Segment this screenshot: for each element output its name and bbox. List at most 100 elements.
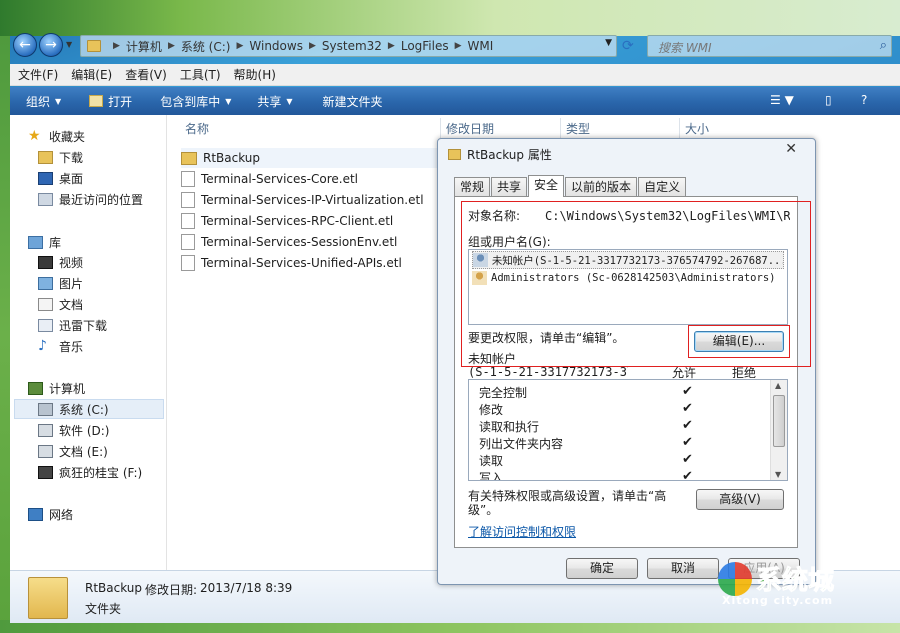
share-button[interactable]: 共享 ▼ bbox=[257, 93, 292, 110]
column-divider[interactable] bbox=[679, 118, 680, 138]
organize-button[interactable]: 组织 ▼ bbox=[26, 93, 61, 110]
learn-access-control-link[interactable]: 了解访问控制和权限 bbox=[468, 523, 576, 540]
nav-label: 软件 (D:) bbox=[59, 423, 110, 438]
column-divider[interactable] bbox=[560, 118, 561, 138]
folder-icon bbox=[181, 151, 197, 165]
dialog-title-text: RtBackup 属性 bbox=[467, 148, 552, 162]
open-button[interactable]: 打开 bbox=[89, 93, 132, 110]
network-icon bbox=[28, 507, 43, 521]
breadcrumb-5[interactable]: ▶ WMI bbox=[449, 39, 494, 53]
file-name: Terminal-Services-RPC-Client.etl bbox=[201, 214, 394, 228]
check-icon: ✔ bbox=[682, 401, 693, 416]
nav-label: 计算机 bbox=[49, 381, 86, 396]
nav-label: 文档 bbox=[59, 297, 84, 312]
file-icon bbox=[181, 171, 195, 187]
breadcrumb-4[interactable]: ▶ LogFiles bbox=[382, 39, 449, 53]
menu-tools[interactable]: 工具(T) bbox=[180, 66, 221, 83]
view-options-icon[interactable]: ☰ ▼ bbox=[770, 93, 794, 107]
menu-edit[interactable]: 编辑(E) bbox=[71, 66, 112, 83]
nav-drive-d[interactable]: 软件 (D:) bbox=[38, 420, 109, 440]
preview-pane-icon[interactable]: ▯ bbox=[825, 93, 832, 107]
help-icon[interactable]: ? bbox=[861, 93, 867, 107]
tab-customize[interactable]: 自定义 bbox=[638, 177, 687, 196]
ok-button[interactable]: 确定 bbox=[566, 558, 638, 579]
search-input[interactable]: 搜索 WMI ⌕ bbox=[647, 35, 892, 57]
column-header-type[interactable]: 类型 bbox=[566, 120, 590, 137]
nav-downloads[interactable]: 下载 bbox=[38, 147, 83, 167]
close-icon[interactable]: ✕ bbox=[785, 141, 797, 157]
breadcrumb-label: System32 bbox=[321, 39, 382, 53]
tab-general[interactable]: 常规 bbox=[454, 177, 491, 196]
nav-network[interactable]: 网络 bbox=[28, 504, 73, 524]
breadcrumb-0[interactable]: ▶ 计算机 bbox=[107, 38, 162, 55]
pictures-icon bbox=[38, 276, 53, 290]
tab-security[interactable]: 安全 bbox=[528, 175, 565, 197]
history-dropdown-icon[interactable]: ▼ bbox=[66, 40, 72, 49]
file-row[interactable]: Terminal-Services-Unified-APIs.etl bbox=[181, 253, 402, 273]
tab-sharing[interactable]: 共享 bbox=[491, 177, 528, 196]
breadcrumb-1[interactable]: ▶ 系统 (C:) bbox=[162, 38, 231, 55]
include-library-button[interactable]: 包含到库中 ▼ bbox=[160, 93, 231, 110]
nav-recent-places[interactable]: 最近访问的位置 bbox=[38, 189, 143, 209]
folder-icon bbox=[87, 40, 101, 52]
advanced-button[interactable]: 高级(V) bbox=[696, 489, 784, 510]
file-row[interactable]: Terminal-Services-RPC-Client.etl bbox=[181, 211, 393, 231]
nav-xunlei-downloads[interactable]: 迅雷下载 bbox=[38, 315, 107, 335]
scroll-thumb[interactable] bbox=[773, 395, 785, 447]
nav-drive-e[interactable]: 文档 (E:) bbox=[38, 441, 108, 461]
breadcrumb-label: WMI bbox=[467, 39, 494, 53]
nav-desktop[interactable]: 桌面 bbox=[38, 168, 83, 188]
column-divider[interactable] bbox=[440, 118, 441, 138]
back-button[interactable]: ← bbox=[13, 33, 37, 57]
file-row[interactable]: Terminal-Services-IP-Virtualization.etl bbox=[181, 190, 424, 210]
breadcrumb-2[interactable]: ▶ Windows bbox=[230, 39, 303, 53]
open-label: 打开 bbox=[108, 94, 133, 109]
windows-logo-icon bbox=[718, 562, 752, 596]
new-folder-button[interactable]: 新建文件夹 bbox=[323, 93, 383, 110]
nav-computer[interactable]: 计算机 bbox=[28, 378, 85, 398]
refresh-icon[interactable]: ⟳ bbox=[622, 38, 640, 54]
desktop-icon bbox=[38, 171, 53, 185]
permission-row: 读取 ✔ bbox=[479, 452, 769, 469]
address-dropdown-icon[interactable]: ▼ bbox=[605, 38, 612, 48]
menu-help[interactable]: 帮助(H) bbox=[234, 66, 276, 83]
nav-libraries[interactable]: 库 bbox=[28, 232, 61, 252]
menu-view[interactable]: 查看(V) bbox=[125, 66, 167, 83]
scroll-down-icon[interactable]: ▼ bbox=[775, 470, 781, 479]
nav-drive-f[interactable]: 疯狂的桂宝 (F:) bbox=[38, 462, 142, 482]
column-header-modified[interactable]: 修改日期 bbox=[446, 120, 494, 137]
permissions-scrollbar[interactable]: ▲ ▼ bbox=[770, 380, 787, 480]
column-header-name[interactable]: 名称 bbox=[185, 120, 209, 137]
nav-music[interactable]: ♪ 音乐 bbox=[38, 336, 83, 356]
nav-favorites[interactable]: ★ 收藏夹 bbox=[28, 126, 85, 146]
nav-drive-c[interactable]: 系统 (C:) bbox=[14, 399, 164, 419]
cancel-button[interactable]: 取消 bbox=[647, 558, 719, 579]
file-icon bbox=[181, 255, 195, 271]
forward-button[interactable]: → bbox=[39, 33, 63, 57]
nav-label: 收藏夹 bbox=[49, 129, 86, 144]
permission-name: 修改 bbox=[479, 403, 504, 417]
search-icon[interactable]: ⌕ bbox=[880, 38, 887, 53]
scroll-up-icon[interactable]: ▲ bbox=[775, 381, 781, 390]
check-icon: ✔ bbox=[682, 469, 693, 481]
command-bar: 组织 ▼ 打开 包含到库中 ▼ 共享 ▼ 新建文件夹 ☰ ▼ ▯ ? bbox=[10, 87, 900, 115]
breadcrumb-3[interactable]: ▶ System32 bbox=[303, 39, 382, 53]
tab-previous-versions[interactable]: 以前的版本 bbox=[565, 177, 638, 196]
share-label: 共享 bbox=[257, 94, 282, 109]
nav-videos[interactable]: 视频 bbox=[38, 252, 83, 272]
nav-label: 最近访问的位置 bbox=[59, 192, 144, 207]
file-row-rtbackup[interactable]: RtBackup bbox=[181, 148, 441, 168]
breadcrumb-separator-icon: ▶ bbox=[236, 41, 244, 51]
permission-name: 读取 bbox=[479, 454, 504, 468]
file-row[interactable]: Terminal-Services-Core.etl bbox=[181, 169, 358, 189]
include-library-label: 包含到库中 bbox=[160, 94, 221, 109]
column-header-size[interactable]: 大小 bbox=[685, 120, 709, 137]
file-icon bbox=[181, 234, 195, 250]
permissions-table: 完全控制 ✔ 修改 ✔ 读取和执行 ✔ 列出文件夹内容 ✔ 读取 ✔ 写入 ✔ ▲ ▼ bbox=[468, 379, 788, 481]
nav-pictures[interactable]: 图片 bbox=[38, 273, 83, 293]
file-row[interactable]: Terminal-Services-SessionEnv.etl bbox=[181, 232, 397, 252]
address-bar[interactable]: ▶ 计算机 ▶ 系统 (C:) ▶ Windows ▶ System32 ▶ LogFil… bbox=[80, 35, 617, 57]
nav-documents[interactable]: 文档 bbox=[38, 294, 83, 314]
breadcrumb-label: LogFiles bbox=[400, 39, 449, 53]
menu-file[interactable]: 文件(F) bbox=[18, 66, 58, 83]
